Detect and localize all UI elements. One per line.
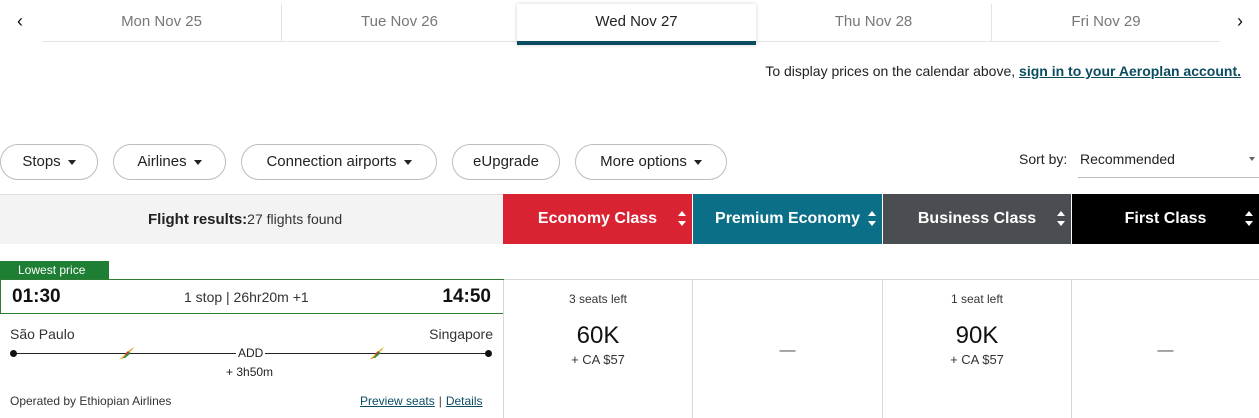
eupgrade-button[interactable]: eUpgrade xyxy=(452,144,560,180)
seats-left: 3 seats left xyxy=(568,292,628,306)
airlines-filter-label: Airlines xyxy=(137,153,187,170)
sort-arrows-icon xyxy=(1057,211,1065,227)
date-navigation: ‹ Mon Nov 25 Tue Nov 26 Wed Nov 27 Thu N… xyxy=(0,0,1259,45)
arrival-time: 14:50 xyxy=(442,286,491,307)
airlines-filter-button[interactable]: Airlines xyxy=(113,144,226,180)
chevron-left-icon[interactable]: ‹ xyxy=(10,10,30,34)
destination-city: Singapore xyxy=(429,326,493,342)
destination-dot-icon xyxy=(485,350,492,357)
origin-dot-icon xyxy=(10,350,17,357)
sort-label: Sort by: xyxy=(1019,151,1068,167)
date-tab-wed-nov-27[interactable]: Wed Nov 27 xyxy=(517,4,756,45)
preview-seats-link[interactable]: Preview seats xyxy=(360,394,435,408)
operator-text: Operated by Ethiopian Airlines xyxy=(10,394,172,408)
cabin-header-economy[interactable]: Economy Class xyxy=(503,194,692,244)
signin-text: To display prices on the calendar above, xyxy=(765,63,1020,79)
connection-airports-filter-label: Connection airports xyxy=(266,153,397,170)
lowest-price-badge: Lowest price xyxy=(0,261,109,280)
more-options-label: More options xyxy=(600,153,687,170)
fare-first: — xyxy=(1072,280,1259,418)
fare-tax: + CA $57 xyxy=(950,352,1004,367)
link-separator: | xyxy=(438,394,442,408)
signin-note: To display prices on the calendar above,… xyxy=(765,63,1241,79)
sort-value: Recommended xyxy=(1080,151,1175,167)
flight-duration: 1 stop | 26hr20m +1 xyxy=(184,289,309,305)
details-link[interactable]: Details xyxy=(446,394,483,408)
results-summary: Flight results:27 flights found xyxy=(148,211,342,228)
sort-arrows-icon xyxy=(1245,211,1253,227)
results-label: Flight results: xyxy=(148,211,248,228)
fare-points: 60K xyxy=(576,322,620,349)
date-tab-thu-nov-28[interactable]: Thu Nov 28 xyxy=(756,4,992,42)
cabin-header-first[interactable]: First Class xyxy=(1072,194,1259,244)
fare-economy[interactable]: 3 seats left 60K + CA $57 xyxy=(504,280,692,418)
cabin-label-first: First Class xyxy=(1124,210,1207,227)
sort-arrows-icon xyxy=(868,211,876,227)
cabin-label-economy: Economy Class xyxy=(537,210,658,227)
date-tab-mon-nov-25[interactable]: Mon Nov 25 xyxy=(42,4,282,42)
fare-tax: + CA $57 xyxy=(571,352,625,367)
eupgrade-label: eUpgrade xyxy=(473,153,539,170)
date-tab-fri-nov-29[interactable]: Fri Nov 29 xyxy=(992,4,1220,42)
caret-down-icon xyxy=(67,159,76,165)
stops-filter-button[interactable]: Stops xyxy=(0,144,98,180)
fare-unavailable: — xyxy=(779,342,796,359)
cabin-header-business[interactable]: Business Class xyxy=(883,194,1071,244)
results-count: 27 flights found xyxy=(247,211,343,227)
sort-arrows-icon xyxy=(678,211,686,227)
results-header: Flight results:27 flights found xyxy=(0,194,503,244)
caret-down-icon xyxy=(403,159,412,165)
flight-links: Preview seats | Details xyxy=(360,394,483,408)
sort-select[interactable]: Recommended xyxy=(1078,142,1259,178)
fare-premium-economy: — xyxy=(693,280,882,418)
ethiopian-airlines-logo-icon xyxy=(120,347,134,359)
ethiopian-airlines-logo-icon xyxy=(370,347,384,359)
caret-down-icon xyxy=(193,159,202,165)
departure-time: 01:30 xyxy=(12,286,61,307)
fare-business[interactable]: 1 seat left 90K + CA $57 xyxy=(883,280,1071,418)
layover-duration: + 3h50m xyxy=(226,365,274,379)
seats-left: 1 seat left xyxy=(950,292,1004,306)
cabin-header-premium-economy[interactable]: Premium Economy xyxy=(693,194,882,244)
fare-unavailable: — xyxy=(1157,342,1174,359)
signin-link[interactable]: sign in to your Aeroplan account. xyxy=(1019,63,1241,79)
caret-down-icon xyxy=(1249,157,1255,161)
stops-filter-label: Stops xyxy=(22,153,61,170)
origin-city: São Paulo xyxy=(10,326,75,342)
connection-airports-filter-button[interactable]: Connection airports xyxy=(241,144,437,180)
fare-points: 90K xyxy=(955,322,999,349)
stop-airport-code: ADD xyxy=(236,346,266,360)
cabin-label-premium-economy: Premium Economy xyxy=(715,210,860,227)
cabin-label-business: Business Class xyxy=(917,210,1037,227)
chevron-right-icon[interactable]: › xyxy=(1230,10,1250,34)
caret-down-icon xyxy=(693,159,702,165)
date-tab-tue-nov-26[interactable]: Tue Nov 26 xyxy=(282,4,518,42)
more-options-button[interactable]: More options xyxy=(575,144,727,180)
